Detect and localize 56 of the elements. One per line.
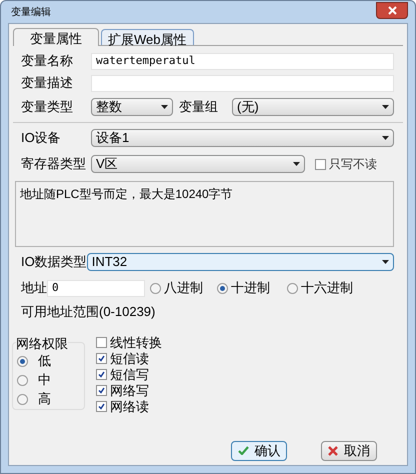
- radio-button[interactable]: [150, 282, 161, 294]
- radio-label: 十六进制: [301, 279, 353, 298]
- radio-button[interactable]: [17, 374, 28, 386]
- input-field[interactable]: 0: [47, 280, 145, 296]
- tab[interactable]: 变量属性: [13, 28, 99, 46]
- radio-label: 八进制: [164, 279, 203, 298]
- field-label: 地址: [21, 279, 47, 298]
- caret-icon: [382, 136, 389, 140]
- field-label: 变量名称: [21, 52, 74, 70]
- tab[interactable]: 扩展Web属性: [101, 29, 194, 45]
- checkbox[interactable]: [96, 401, 107, 412]
- checkbox[interactable]: [315, 158, 326, 170]
- checkbox-label: 网络写: [110, 382, 149, 400]
- window-title: 变量编辑: [11, 6, 51, 20]
- caret-icon: [382, 260, 389, 264]
- address-range-text: 可用地址范围(0-10239): [21, 303, 156, 321]
- checkbox-label: 短信读: [110, 350, 149, 368]
- cancel-button[interactable]: 取消: [321, 440, 377, 460]
- radio-label: 高: [38, 390, 51, 408]
- dropdown[interactable]: INT32: [86, 252, 394, 270]
- checkbox-label: 短信写: [110, 366, 149, 384]
- checkbox-label: 网络读: [110, 398, 149, 416]
- checkbox[interactable]: [96, 337, 107, 348]
- radio-label: 低: [38, 352, 51, 370]
- radio-label: 十进制: [231, 279, 270, 298]
- dropdown[interactable]: 设备1: [91, 129, 394, 147]
- close-button[interactable]: [376, 2, 408, 18]
- dropdown[interactable]: (无): [232, 98, 394, 116]
- caret-icon: [293, 162, 300, 166]
- checkbox[interactable]: [96, 385, 107, 396]
- radio-button[interactable]: [17, 356, 28, 366]
- radio-button[interactable]: [17, 394, 28, 404]
- close-icon: [328, 446, 338, 456]
- ok-button[interactable]: 确认: [231, 440, 287, 460]
- check-icon: [238, 446, 248, 455]
- field-label: 变量描述: [21, 74, 74, 92]
- field-label: IO设备: [21, 129, 62, 148]
- field-label: 寄存器类型: [21, 155, 87, 174]
- field-label: IO数据类型: [21, 252, 87, 271]
- checkbox-label: 线性转换: [110, 334, 162, 352]
- radio-label: 中: [38, 371, 51, 390]
- dropdown[interactable]: 整数: [91, 98, 173, 116]
- field-label: 变量组: [179, 98, 219, 116]
- input-field[interactable]: watertemperatul: [91, 52, 394, 70]
- checkbox-label: 只写不读: [329, 156, 377, 173]
- radio-button[interactable]: [287, 282, 298, 294]
- radio-button[interactable]: [217, 282, 228, 294]
- checkbox[interactable]: [96, 353, 107, 364]
- close-icon: [388, 6, 396, 14]
- dropdown[interactable]: V区: [91, 155, 305, 173]
- caret-icon: [382, 105, 389, 109]
- input-field[interactable]: [91, 74, 394, 92]
- field-label: 变量类型: [21, 98, 74, 116]
- caret-icon: [161, 105, 168, 109]
- checkbox[interactable]: [96, 369, 107, 380]
- info-text-area: 地址随PLC型号而定，最大是10240字节: [15, 181, 394, 247]
